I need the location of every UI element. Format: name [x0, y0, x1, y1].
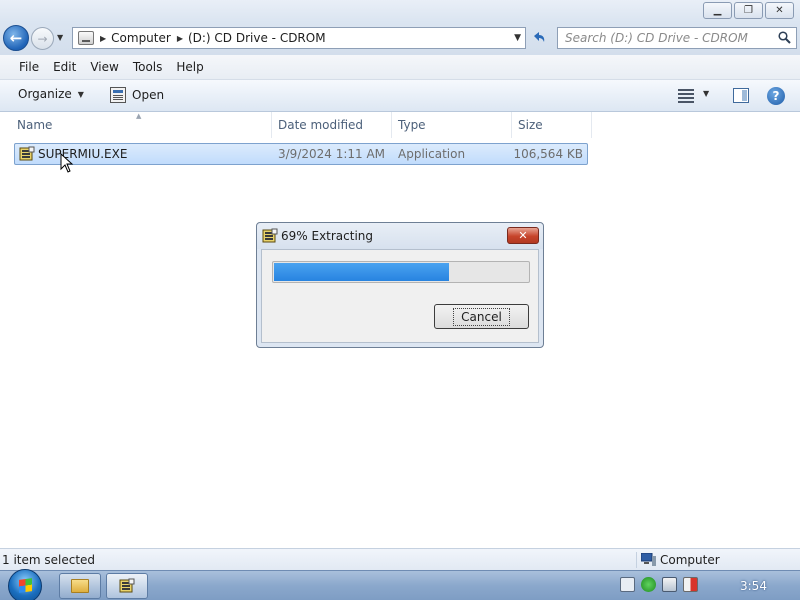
drive-icon — [78, 31, 94, 45]
file-name: SUPERMIU.EXE — [38, 147, 128, 161]
search-icon[interactable] — [778, 31, 791, 44]
command-bar: Organize ▼ Open ▼ ? — [0, 80, 800, 112]
progress-bar — [272, 261, 530, 283]
menu-edit[interactable]: Edit — [46, 60, 83, 74]
open-icon — [110, 87, 126, 103]
history-dropdown-icon[interactable]: ▼ — [57, 33, 63, 42]
selection-status: 1 item selected — [2, 553, 96, 567]
refresh-button[interactable] — [528, 27, 550, 49]
cancel-label: Cancel — [453, 307, 510, 326]
taskbar: 3:54 — [0, 569, 800, 600]
taskbar-installer-button[interactable] — [106, 573, 148, 599]
menu-tools[interactable]: Tools — [126, 60, 170, 74]
window-titlebar: ▁ ❐ ✕ — [0, 0, 800, 22]
network-icon[interactable] — [662, 577, 677, 592]
file-type: Application — [398, 147, 466, 161]
preview-pane-icon[interactable] — [733, 88, 749, 103]
dialog-titlebar[interactable]: 69% Extracting ✕ — [257, 223, 543, 249]
security-check-icon[interactable] — [641, 577, 656, 592]
document-tray-icon[interactable] — [620, 577, 635, 592]
installer-app-icon — [19, 146, 35, 161]
navigation-bar: ← → ▼ ▶ Computer ▶ (D:) CD Drive - CDROM… — [0, 22, 800, 55]
dialog-close-button[interactable]: ✕ — [507, 227, 539, 244]
system-tray — [620, 577, 698, 592]
organize-label: Organize — [18, 87, 72, 101]
computer-icon — [641, 553, 656, 566]
column-header-type[interactable]: Type — [392, 112, 512, 138]
breadcrumb-computer[interactable]: Computer — [111, 31, 171, 45]
column-header-size[interactable]: Size — [512, 112, 592, 138]
back-arrow-icon: ← — [9, 29, 23, 47]
open-label: Open — [132, 88, 165, 102]
cancel-button[interactable]: Cancel — [434, 304, 529, 329]
status-bar: 1 item selected Computer — [0, 548, 800, 570]
mouse-cursor-icon — [60, 153, 74, 173]
dialog-title: 69% Extracting — [281, 229, 374, 243]
view-options-icon[interactable] — [678, 89, 694, 103]
file-size: 106,564 KB — [513, 147, 583, 161]
dialog-body: Cancel — [261, 249, 539, 343]
volume-muted-icon[interactable] — [683, 577, 698, 592]
menu-file[interactable]: File — [12, 60, 46, 74]
forward-arrow-icon: → — [37, 31, 48, 46]
breadcrumb-cd-drive[interactable]: (D:) CD Drive - CDROM — [188, 31, 326, 45]
search-input[interactable] — [565, 31, 765, 45]
menu-bar: File Edit View Tools Help — [0, 55, 800, 80]
installer-app-icon — [262, 228, 278, 243]
view-dropdown-icon[interactable]: ▼ — [703, 89, 709, 98]
forward-button[interactable]: → — [31, 27, 54, 50]
chevron-right-icon[interactable]: ▶ — [177, 34, 183, 43]
organize-button[interactable]: Organize ▼ — [10, 87, 92, 101]
column-header-name[interactable]: Name — [11, 112, 272, 138]
close-window-button[interactable]: ✕ — [765, 2, 794, 19]
window-controls: ▁ ❐ ✕ — [703, 2, 794, 19]
back-button[interactable]: ← — [3, 25, 29, 51]
help-icon[interactable]: ? — [767, 87, 785, 105]
folder-icon — [71, 579, 89, 593]
taskbar-explorer-button[interactable] — [59, 573, 101, 599]
refresh-icon — [534, 32, 545, 42]
chevron-right-icon[interactable]: ▶ — [100, 34, 106, 43]
menu-help[interactable]: Help — [169, 60, 210, 74]
column-header-date[interactable]: Date modified — [272, 112, 392, 138]
address-bar[interactable]: ▶ Computer ▶ (D:) CD Drive - CDROM ▼ — [72, 27, 526, 49]
column-headers: Name ▲ Date modified Type Size — [0, 112, 800, 138]
extracting-dialog: 69% Extracting ✕ Cancel — [256, 222, 544, 348]
sort-ascending-icon: ▲ — [136, 112, 142, 120]
start-button[interactable] — [8, 569, 42, 600]
installer-app-icon — [119, 578, 135, 593]
status-divider — [636, 552, 637, 568]
maximize-button[interactable]: ❐ — [734, 2, 763, 19]
clock[interactable]: 3:54 — [740, 571, 767, 600]
address-dropdown-icon[interactable]: ▼ — [514, 33, 521, 43]
progress-bar-fill — [274, 263, 449, 281]
open-button[interactable]: Open — [102, 87, 172, 103]
chevron-down-icon: ▼ — [77, 89, 84, 99]
file-date-modified: 3/9/2024 1:11 AM — [278, 147, 386, 161]
search-box[interactable] — [557, 27, 797, 49]
menu-view[interactable]: View — [83, 60, 125, 74]
location-status: Computer — [660, 553, 720, 567]
minimize-button[interactable]: ▁ — [703, 2, 732, 19]
file-row[interactable]: SUPERMIU.EXE 3/9/2024 1:11 AM Applicatio… — [14, 143, 588, 165]
